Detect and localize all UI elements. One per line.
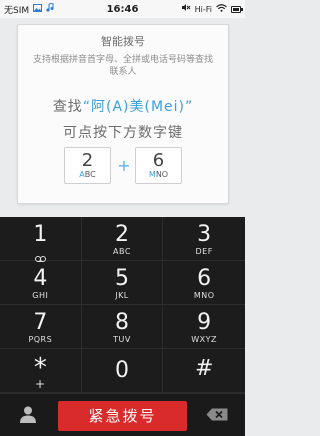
key-letters: MNO [193, 291, 215, 300]
key-letters: PQRS [28, 335, 53, 344]
key-digit: 0 [114, 358, 129, 383]
hifi-label: Hi-Fi [194, 4, 212, 14]
key-star[interactable]: * + [0, 349, 82, 393]
key-9[interactable]: 9 WXYZ [163, 305, 245, 349]
bottom-action-bar: 紧急拨号 [0, 393, 245, 436]
example-keys: 2 ABC + 6 MNO [18, 147, 228, 187]
key-5[interactable]: 5 JKL [81, 261, 164, 305]
example-line-1: 查找“阿(A)美(Mei)” [18, 96, 228, 116]
example-quote-close: ” [185, 99, 194, 115]
example-key-letters: MNO [136, 170, 181, 179]
backspace-icon [206, 406, 228, 425]
contact-icon [18, 404, 38, 428]
example-key-digit: 2 [81, 150, 94, 171]
contacts-button[interactable] [0, 394, 56, 436]
key-letters: + [35, 377, 46, 391]
key-digit: 1 [33, 222, 48, 247]
key-letters: TUV [113, 335, 131, 344]
example-key-2: 2 ABC [64, 147, 111, 184]
key-digit: 6 [197, 266, 212, 291]
key-digit: # [194, 356, 214, 381]
example-key-highlight: M [148, 170, 156, 179]
key-0[interactable]: 0 [81, 349, 164, 393]
key-digit: 7 [33, 310, 48, 335]
key-2[interactable]: 2 ABC [81, 217, 164, 261]
key-digit: 3 [197, 222, 212, 247]
example-key-digit: 6 [152, 150, 165, 171]
key-hash[interactable]: # [163, 349, 245, 393]
key-letters: ABC [113, 247, 131, 256]
example-key-rest: BC [84, 170, 96, 179]
mute-icon [181, 3, 191, 15]
example-quote-open: “ [82, 99, 91, 115]
key-digit: 5 [114, 266, 129, 291]
example-prefix: 查找 [52, 99, 83, 115]
key-4[interactable]: 4 GHI [0, 261, 82, 305]
key-letters: WXYZ [191, 335, 218, 344]
example-key-rest: NO [155, 170, 169, 179]
example-name: 阿(A)美(Mei) [90, 99, 185, 115]
example-key-letters: ABC [65, 170, 110, 179]
key-3[interactable]: 3 DEF [163, 217, 245, 261]
key-1[interactable]: 1 [0, 217, 82, 262]
key-digit: 9 [197, 310, 212, 335]
card-description: 支持根据拼音首字母、全拼或电话号码等查找联系人 [32, 55, 213, 77]
card-title: 智能拨号 [101, 35, 145, 48]
key-7[interactable]: 7 PQRS [0, 305, 82, 349]
emergency-call-button[interactable]: 紧急拨号 [58, 401, 187, 431]
key-digit: 8 [114, 310, 129, 335]
example-line-2: 可点按下方数字键 [63, 125, 183, 141]
wifi-icon [216, 3, 227, 15]
delete-button[interactable] [189, 394, 245, 436]
status-bar: 无SIM 16:46 Hi-Fi [0, 0, 245, 18]
key-digit: 4 [33, 266, 48, 291]
example-key-6: 6 MNO [135, 147, 182, 184]
key-8[interactable]: 8 TUV [81, 305, 164, 349]
dial-keypad: 1 2 ABC 3 DEF 4 GHI 5 JKL 6 MNO 7 PQRS 8… [0, 217, 245, 393]
key-letters: JKL [115, 291, 129, 300]
battery-icon [231, 5, 243, 13]
smart-dial-hint-card: 智能拨号 支持根据拼音首字母、全拼或电话号码等查找联系人 查找“阿(A)美(Me… [17, 24, 229, 204]
plus-sign: + [117, 156, 131, 175]
key-6[interactable]: 6 MNO [163, 261, 245, 305]
key-letters: DEF [195, 247, 213, 256]
key-digit: * [33, 353, 47, 383]
key-letters: GHI [32, 291, 49, 300]
key-digit: 2 [114, 222, 129, 247]
